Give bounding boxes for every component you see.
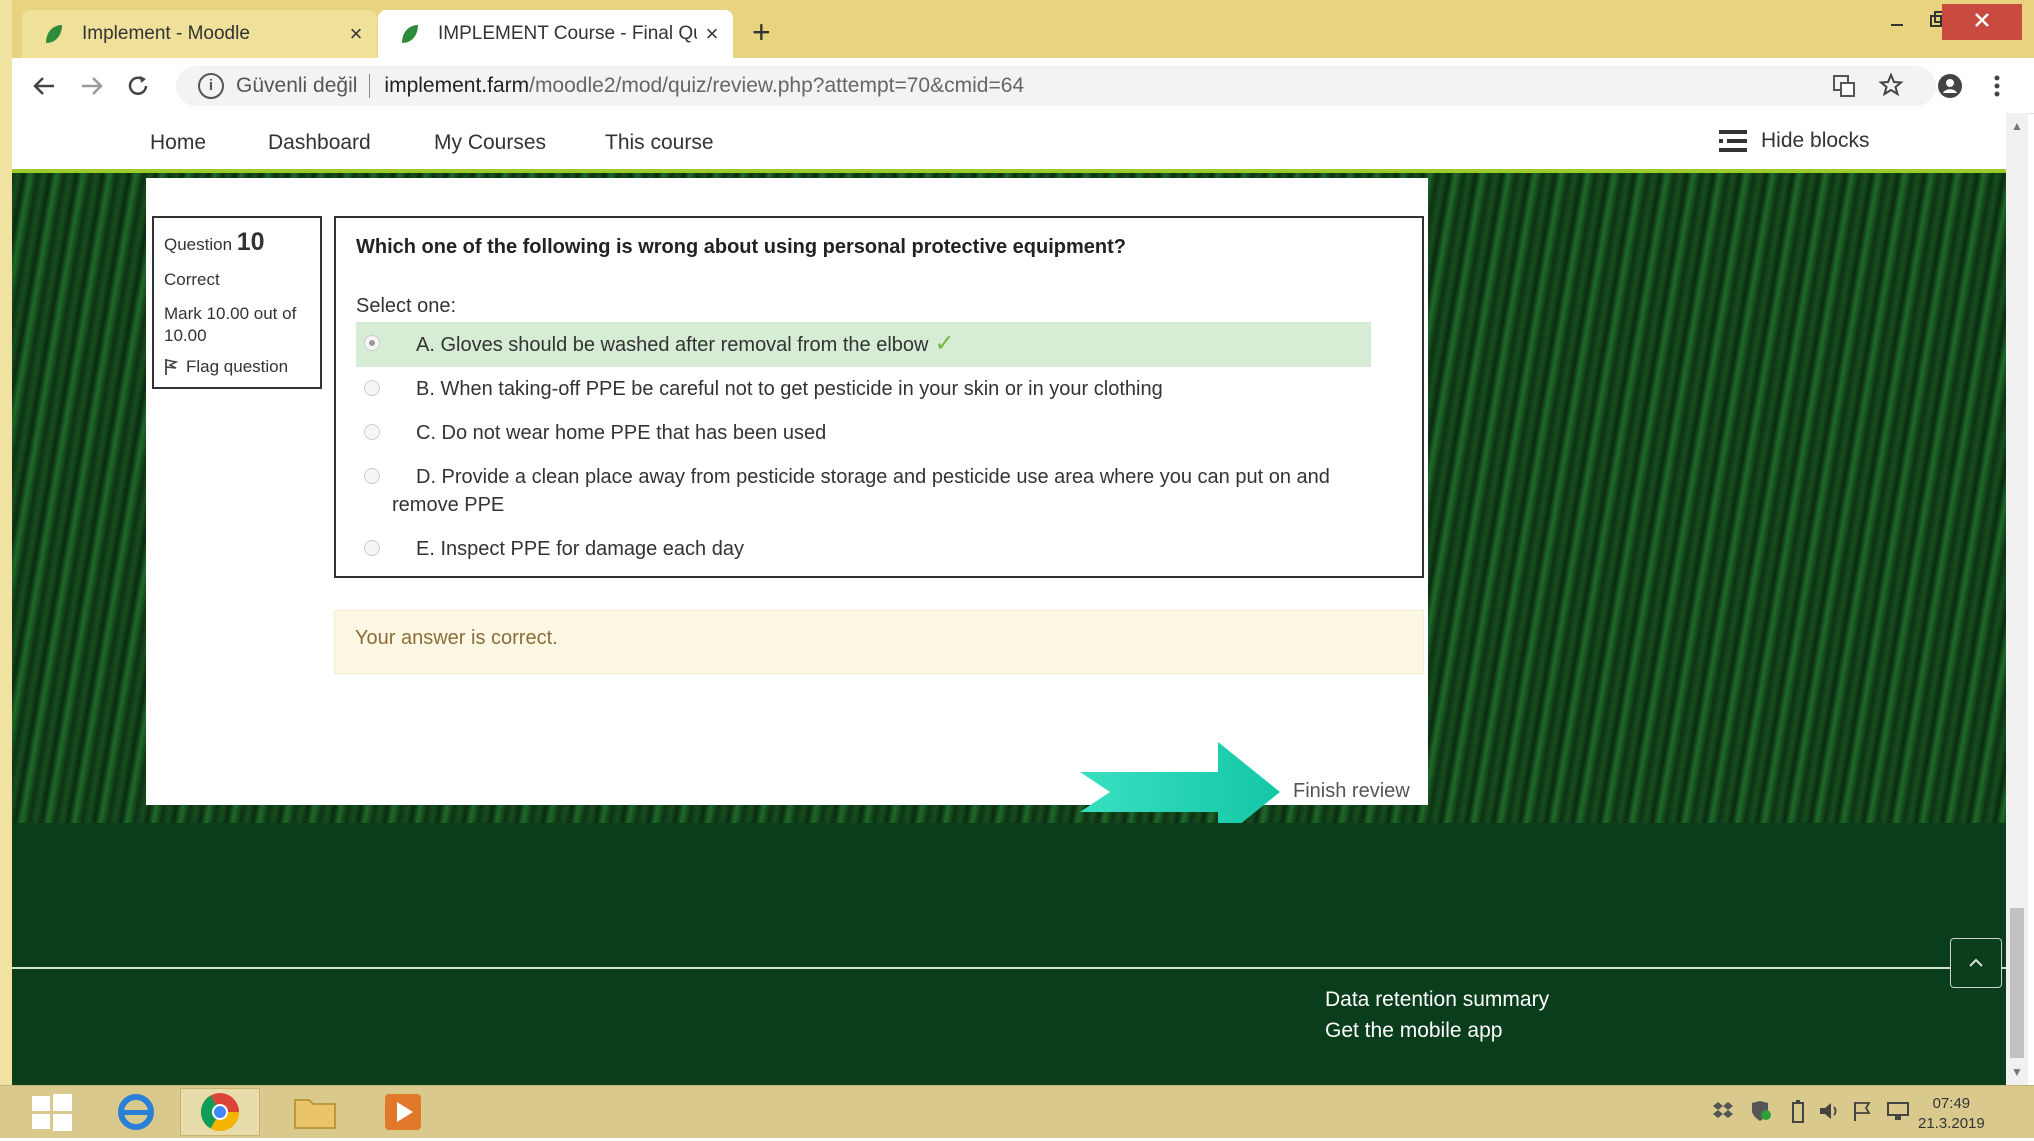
- url-host: implement.farm: [384, 74, 530, 97]
- volume-icon[interactable]: [1818, 1100, 1840, 1122]
- flag-question-link[interactable]: Flag question: [164, 357, 310, 377]
- select-one-prompt: Select one:: [356, 295, 457, 317]
- media-player-icon: [385, 1094, 421, 1130]
- dropbox-icon[interactable]: [1712, 1100, 1734, 1122]
- back-to-top-button[interactable]: [1950, 938, 2002, 988]
- hide-blocks-button[interactable]: Hide blocks: [1719, 129, 1870, 153]
- nav-dashboard[interactable]: Dashboard: [268, 131, 371, 155]
- tab-title: Implement - Moodle: [82, 23, 250, 44]
- network-icon[interactable]: [1886, 1100, 1910, 1122]
- answer-option-c: C. Do not wear home PPE that has been us…: [356, 411, 1371, 455]
- tab-close-icon[interactable]: ×: [341, 21, 371, 47]
- nav-home[interactable]: Home: [150, 131, 206, 155]
- hide-blocks-label: Hide blocks: [1761, 129, 1870, 152]
- info-icon[interactable]: i: [198, 73, 224, 99]
- battery-icon[interactable]: [1790, 1100, 1806, 1124]
- quiz-review-content: Question 10 Correct Mark 10.00 out of 10…: [146, 178, 1428, 805]
- question-mark: Mark 10.00 out of 10.00: [164, 304, 297, 345]
- menu-kebab-icon[interactable]: [1992, 72, 2002, 100]
- bookmark-star-icon[interactable]: [1878, 72, 1904, 98]
- close-window-button[interactable]: [1942, 4, 2022, 40]
- leaf-favicon-icon: [402, 25, 418, 43]
- forward-icon[interactable]: [78, 72, 106, 100]
- action-center-flag-icon[interactable]: [1852, 1100, 1872, 1122]
- question-text: Which one of the following is wrong abou…: [356, 236, 1127, 258]
- finish-review-link[interactable]: Finish review: [1293, 780, 1410, 803]
- correct-check-icon: ✓: [934, 330, 955, 357]
- question-info-box: Question 10 Correct Mark 10.00 out of 10…: [152, 216, 322, 389]
- system-clock[interactable]: 07:49 21.3.2019: [1918, 1094, 1985, 1134]
- close-icon: [1975, 13, 1989, 27]
- nav-this-course[interactable]: This course: [605, 131, 714, 155]
- page-scrollbar[interactable]: ▲ ▼: [2006, 113, 2028, 1085]
- address-bar[interactable]: i Güvenli değil implement.farm/moodle2/m…: [176, 66, 1936, 106]
- internet-explorer-button[interactable]: [96, 1088, 176, 1136]
- scrollbar-thumb[interactable]: [2010, 908, 2024, 1058]
- leaf-favicon-icon: [46, 25, 62, 43]
- url-path: /moodle2/mod/quiz/review.php?attempt=70&…: [529, 74, 1025, 97]
- back-icon[interactable]: [30, 72, 58, 100]
- answer-list: A. Gloves should be washed after removal…: [356, 322, 1402, 571]
- security-label: Güvenli değil: [236, 74, 358, 97]
- security-shield-icon[interactable]: [1748, 1100, 1772, 1122]
- flag-icon: [165, 359, 178, 375]
- file-explorer-button[interactable]: [275, 1088, 355, 1136]
- reload-icon[interactable]: [124, 72, 152, 100]
- internet-explorer-icon: [118, 1094, 154, 1130]
- start-button[interactable]: [12, 1088, 92, 1136]
- scroll-up-icon[interactable]: ▲: [2011, 119, 2023, 133]
- hide-blocks-icon: [1719, 130, 1747, 152]
- tab-close-icon[interactable]: ×: [697, 21, 727, 47]
- folder-icon: [294, 1099, 336, 1129]
- tab-final-quest[interactable]: IMPLEMENT Course - Final Quest ×: [378, 10, 733, 58]
- new-tab-button[interactable]: +: [752, 14, 771, 51]
- answer-option-a: A. Gloves should be washed after removal…: [356, 322, 1371, 367]
- window-border: [0, 0, 12, 1137]
- clock-date: 21.3.2019: [1918, 1115, 1985, 1132]
- question-state: Correct: [164, 270, 220, 289]
- nav-my-courses[interactable]: My Courses: [434, 131, 546, 155]
- mobile-app-link[interactable]: Get the mobile app: [1325, 1019, 1502, 1043]
- windows-logo-icon: [32, 1094, 72, 1131]
- chrome-icon: [200, 1093, 240, 1132]
- feedback-box: Your answer is correct.: [334, 610, 1424, 674]
- moodle-navbar: Home Dashboard My Courses This course Hi…: [12, 113, 2006, 173]
- browser-toolbar: i Güvenli değil implement.farm/moodle2/m…: [12, 58, 2034, 114]
- footer-divider: [12, 967, 2006, 969]
- answer-radio: [364, 424, 380, 440]
- page-footer: Data retention summary Get the mobile ap…: [12, 823, 2006, 1085]
- answer-radio: [364, 540, 380, 556]
- answer-option-b: B. When taking-off PPE be careful not to…: [356, 367, 1371, 411]
- address-separator: [369, 74, 371, 98]
- answer-option-e: E. Inspect PPE for damage each day: [356, 527, 1371, 571]
- media-player-button[interactable]: [365, 1088, 445, 1136]
- data-retention-link[interactable]: Data retention summary: [1325, 988, 1549, 1012]
- tab-title: IMPLEMENT Course - Final Quest: [438, 23, 697, 44]
- chrome-taskbar-button[interactable]: [180, 1088, 260, 1136]
- answer-radio: [364, 335, 380, 351]
- answer-option-d: D. Provide a clean place away from pesti…: [356, 455, 1371, 527]
- answer-radio: [364, 380, 380, 396]
- scroll-down-icon[interactable]: ▼: [2011, 1065, 2023, 1079]
- minimize-icon[interactable]: [1888, 10, 1908, 30]
- tab-implement-moodle[interactable]: Implement - Moodle ×: [22, 10, 377, 58]
- chevron-up-icon: [1969, 958, 1983, 967]
- clock-time: 07:49: [1932, 1095, 1971, 1112]
- profile-icon[interactable]: [1936, 72, 1964, 100]
- question-box: Which one of the following is wrong abou…: [334, 216, 1424, 578]
- translate-icon[interactable]: [1832, 74, 1856, 98]
- question-number: Question 10: [164, 228, 265, 256]
- windows-taskbar: 07:49 21.3.2019: [0, 1085, 2034, 1138]
- answer-radio: [364, 468, 380, 484]
